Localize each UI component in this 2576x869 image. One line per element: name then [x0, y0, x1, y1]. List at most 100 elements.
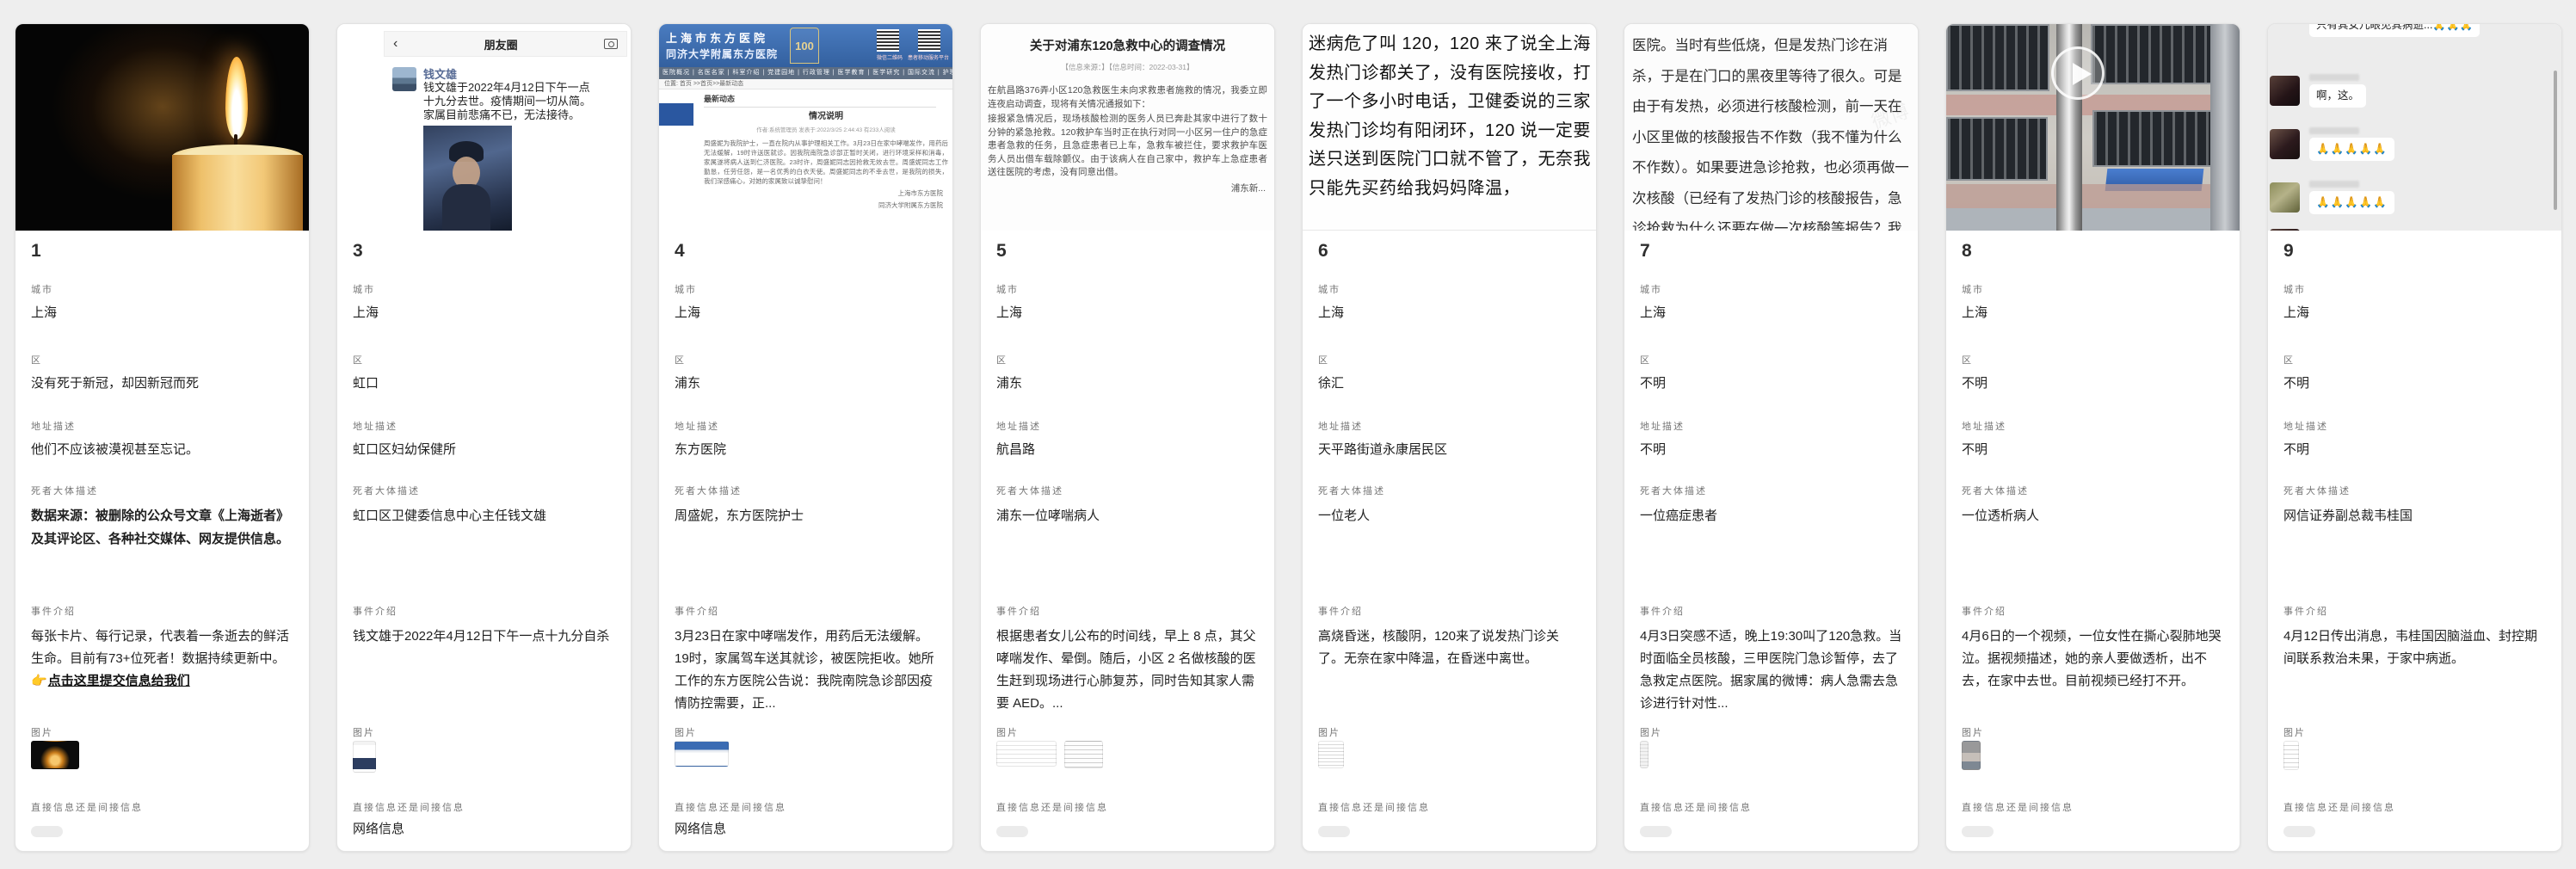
qr-code-icon: [877, 29, 899, 52]
field-value-city: 上海: [1318, 305, 1582, 322]
hospital-section-title: 最新动态: [704, 93, 936, 108]
field-value-city: 上海: [2283, 305, 2548, 322]
record-card[interactable]: 只有其女儿眼见其病逝...🙏🙏🙏 啊，这。 🙏🙏🙏🙏🙏 🙏🙏🙏🙏🙏: [2267, 23, 2562, 852]
record-card[interactable]: ‹ 朋友圈 钱文雄 钱文雄于2022年4月12日下午一点十九分去世。疫情期间一切…: [336, 23, 632, 852]
field-value-event: 4月12日传出消息，韦桂国因脑溢血、封控期间联系救治未果，于家中病逝。: [2283, 626, 2548, 718]
record-card[interactable]: 上海市东方医院 同济大学附属东方医院 100 微信二维码 患者移动服务平台 医院…: [658, 23, 953, 852]
attachment-row: [1318, 741, 1582, 779]
field-label-deceased: 死者大体描述: [1640, 484, 1904, 497]
chat-bubble: 啊，这。: [2309, 84, 2366, 108]
record-cover-investigation-document[interactable]: 关于对浦东120急救中心的调查情况 【信息来源：】【信息时间：2022-03-3…: [981, 24, 1274, 231]
field-value-deceased: 周盛妮，东方医院护士: [675, 504, 939, 597]
field-value-district: 不明: [1962, 375, 2226, 392]
field-label-city: 城市: [675, 282, 939, 296]
field-label-image: 图片: [996, 725, 1260, 739]
record-card[interactable]: 8 城市 上海 区 不明 地址描述 不明 死者大体描述 一位透析病人 事件介绍 …: [1945, 23, 2240, 852]
attachment-thumbnail[interactable]: [996, 741, 1057, 767]
record-cover-wechat-moments-screenshot[interactable]: ‹ 朋友圈 钱文雄 钱文雄于2022年4月12日下午一点十九分去世。疫情期间一切…: [337, 24, 631, 231]
chat-avatar: [2270, 129, 2300, 159]
field-label-direct: 直接信息还是间接信息: [2283, 800, 2548, 814]
field-label-event: 事件介绍: [1962, 604, 2226, 618]
camera-icon: [604, 39, 618, 49]
hospital-name-line2: 同济大学附属东方医院: [666, 46, 778, 61]
attachment-thumbnail[interactable]: [675, 741, 729, 767]
document-paragraph: 接报紧急情况后，现场核酸检测的医务人员已奔赴其家中进行了数十分钟的紧急抢救。12…: [988, 113, 1267, 180]
record-cover-video-thumbnail[interactable]: [1946, 24, 2240, 231]
empty-value-pill: [1640, 826, 1672, 837]
record-card[interactable]: 关于对浦东120急救中心的调查情况 【信息来源：】【信息时间：2022-03-3…: [980, 23, 1275, 852]
field-value-district: 不明: [2283, 375, 2548, 392]
field-label-event: 事件介绍: [1318, 604, 1582, 618]
record-cover-candle-image[interactable]: [15, 24, 309, 231]
building-window: [2091, 24, 2220, 84]
attachment-row: [1962, 741, 2226, 779]
field-label-address: 地址描述: [2283, 419, 2548, 433]
attachment-thumbnail[interactable]: [1318, 741, 1344, 768]
field-label-deceased: 死者大体描述: [996, 484, 1260, 497]
hospital-100-badge: 100: [790, 28, 819, 64]
field-label-image: 图片: [675, 725, 939, 739]
record-number: 8: [1962, 241, 1972, 262]
field-value-event: 高烧昏迷，核酸阴，120来了说发热门诊关了。无奈在家中降温，在昏迷中离世。: [1318, 626, 1582, 718]
field-value-direct: [2283, 821, 2548, 841]
building-wall: [1946, 184, 2240, 210]
chat-bubble: 只有其女儿眼见其病逝...🙏🙏🙏: [2309, 24, 2480, 37]
field-label-direct: 直接信息还是间接信息: [996, 800, 1260, 814]
attachment-thumbnail[interactable]: [31, 741, 79, 769]
field-label-address: 地址描述: [1962, 419, 2226, 433]
submit-info-link[interactable]: 点击这里提交信息给我们: [48, 674, 190, 688]
record-card[interactable]: 1 城市 上海 区 没有死于新冠，却因新冠而死 地址描述 他们不应该被漠视甚至忘…: [15, 23, 310, 852]
field-value-city: 上海: [353, 305, 617, 322]
field-label-address: 地址描述: [353, 419, 617, 433]
field-value-event: 钱文雄于2022年4月12日下午一点十九分自杀: [353, 626, 617, 718]
record-card[interactable]: 医院。当时有些低烧，但是发热门诊在消杀，于是在门口的黑夜里等待了很久。可是由于有…: [1624, 23, 1919, 852]
field-value-deceased: 一位老人: [1318, 504, 1582, 597]
field-label-deceased: 死者大体描述: [353, 484, 617, 497]
field-value-event: 4月6日的一个视频，一位女性在撕心裂肺地哭泣。据视频描述，她的亲人要做透析，出不…: [1962, 626, 2226, 718]
record-cover-text-screenshot[interactable]: 迷病危了叫 120，120 来了说全上海发热门诊都关了，没有医院接收，打了一个多…: [1303, 24, 1596, 231]
attachment-row: [675, 741, 939, 779]
attachment-thumbnail[interactable]: [1962, 741, 1981, 770]
field-value-deceased: 数据来源：被删除的公众号文章《上海逝者》及其评论区、各种社交媒体、网友提供信息。: [31, 504, 295, 597]
record-cover-weibo-text-screenshot[interactable]: 医院。当时有些低烧，但是发热门诊在消杀，于是在门口的黑夜里等待了很久。可是由于有…: [1624, 24, 1918, 231]
attachment-row: [996, 741, 1260, 779]
document-paragraph: 在航昌路376弄小区120急救医生未向求救患者施救的情况，我委立即连夜启动调查，…: [988, 84, 1267, 111]
field-label-image: 图片: [2283, 725, 2548, 739]
field-label-deceased: 死者大体描述: [31, 484, 295, 497]
field-label-city: 城市: [2283, 282, 2548, 296]
field-label-address: 地址描述: [675, 419, 939, 433]
moments-author: 钱文雄: [423, 65, 457, 82]
field-label-address: 地址描述: [996, 419, 1260, 433]
field-value-district: 徐汇: [1318, 375, 1582, 392]
field-label-district: 区: [1640, 353, 1904, 367]
field-label-direct: 直接信息还是间接信息: [31, 800, 295, 814]
screenshot-text: 迷病危了叫 120，120 来了说全上海发热门诊都关了，没有医院接收，打了一个多…: [1309, 34, 1591, 198]
attachment-thumbnail[interactable]: [1064, 741, 1103, 768]
chat-avatar: [2270, 229, 2300, 231]
hospital-announcement: 情况说明 作者:系统管理员 发表于:2022/3/25 2:44:43 有233…: [704, 108, 948, 210]
document-signature: 浦东新...: [988, 182, 1267, 194]
play-button-icon[interactable]: [2051, 46, 2105, 100]
field-label-image: 图片: [1318, 725, 1582, 739]
field-value-event: 每张卡片、每行记录，代表着一条逝去的鲜活生命。目前有73+位死者！数据持续更新中…: [31, 626, 295, 718]
event-text: 每张卡片、每行记录，代表着一条逝去的鲜活生命。目前有73+位死者！数据持续更新中…: [31, 629, 289, 666]
field-value-direct: [1640, 821, 1904, 841]
field-label-city: 城市: [353, 282, 617, 296]
card-row: 1 城市 上海 区 没有死于新冠，却因新冠而死 地址描述 他们不应该被漠视甚至忘…: [15, 23, 2562, 852]
attachment-thumbnail[interactable]: [1640, 741, 1649, 768]
attachment-thumbnail[interactable]: [2283, 741, 2299, 770]
empty-value-pill: [2283, 826, 2315, 837]
field-label-event: 事件介绍: [996, 604, 1260, 618]
field-label-event: 事件介绍: [1640, 604, 1904, 618]
building-window: [1946, 24, 2049, 91]
empty-value-pill: [1318, 826, 1350, 837]
field-value-direct: [996, 821, 1260, 841]
field-label-direct: 直接信息还是间接信息: [1640, 800, 1904, 814]
record-card[interactable]: 迷病危了叫 120，120 来了说全上海发热门诊都关了，没有医院接收，打了一个多…: [1302, 23, 1597, 852]
qr-caption: 患者移动服务平台: [908, 53, 949, 61]
record-number: 9: [2283, 241, 2294, 262]
record-cover-group-chat-screenshot[interactable]: 只有其女儿眼见其病逝...🙏🙏🙏 啊，这。 🙏🙏🙏🙏🙏 🙏🙏🙏🙏🙏: [2268, 24, 2561, 231]
chat-username-redacted: [2309, 74, 2359, 81]
record-cover-hospital-website-screenshot[interactable]: 上海市东方医院 同济大学附属东方医院 100 微信二维码 患者移动服务平台 医院…: [659, 24, 952, 231]
attachment-thumbnail[interactable]: [353, 741, 376, 773]
